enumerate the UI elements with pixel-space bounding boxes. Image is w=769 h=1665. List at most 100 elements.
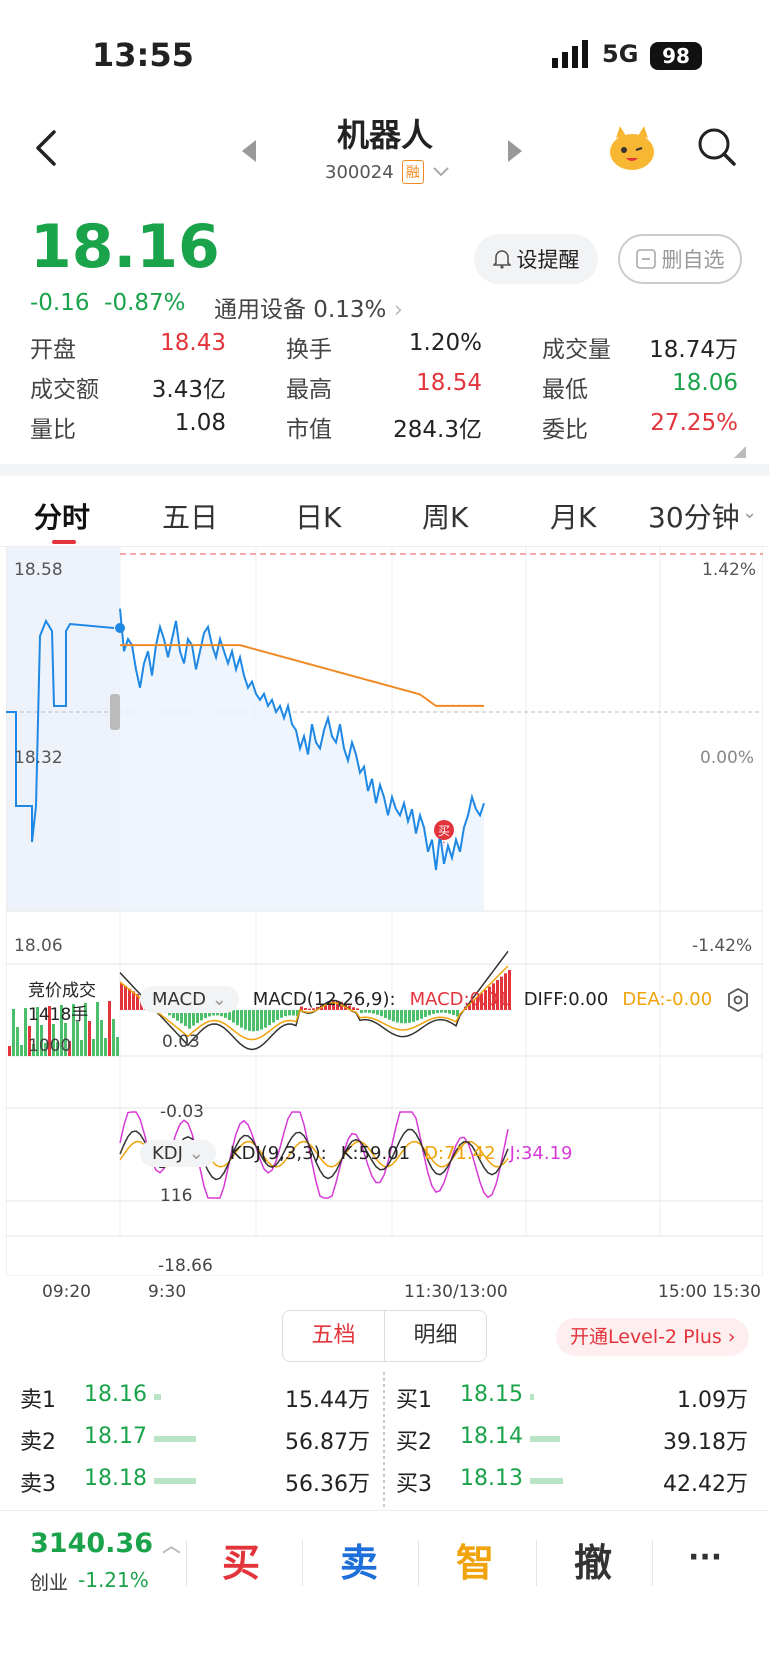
sell-level-bar xyxy=(154,1394,162,1400)
sell-level-price: 18.16 xyxy=(84,1382,147,1407)
set-alert-button[interactable]: 设提醒 xyxy=(474,234,598,284)
tab-4[interactable]: 周K xyxy=(422,496,468,536)
stock-title: 机器人 xyxy=(336,116,433,154)
stock-code-row[interactable]: 300024 融 xyxy=(325,160,450,184)
orderbook-divider xyxy=(383,1372,385,1508)
time-label: 15:00 xyxy=(658,1282,707,1302)
tab-5[interactable]: 月K xyxy=(550,496,596,536)
tab-2[interactable]: 五日 xyxy=(162,496,218,536)
sell-level-label: 卖2 xyxy=(20,1430,56,1455)
kdj-selector[interactable]: KDJ ⌄ xyxy=(140,1140,216,1167)
stat-label: 量比 xyxy=(30,417,76,443)
buy-level-label: 买3 xyxy=(396,1472,432,1497)
mascot-icon[interactable] xyxy=(606,124,658,172)
macd-legend: MACD ⌄ MACD(12,26,9): MACD:0.01 DIFF:0.0… xyxy=(140,986,712,1013)
stat-label: 开盘 xyxy=(30,337,76,363)
pct-top-label: 1.42% xyxy=(702,560,757,580)
buy-level-price: 18.13 xyxy=(460,1466,523,1491)
tab-6[interactable]: 30分钟 xyxy=(648,496,740,536)
sector-link[interactable]: 通用设备 0.13% › xyxy=(214,290,403,324)
bar-divider xyxy=(536,1540,537,1586)
auction-panel-bg xyxy=(6,546,120,911)
buy-level-volume: 39.18万 xyxy=(663,1430,748,1455)
buy-level-price: 18.14 xyxy=(460,1424,523,1449)
stat-value: 1.08 xyxy=(174,410,226,436)
tab-3[interactable]: 日K xyxy=(295,496,341,536)
volume-bar xyxy=(24,1008,27,1056)
y-top-label: 18.58 xyxy=(14,560,63,580)
stat-value: 27.25% xyxy=(650,410,738,436)
buy-level-label: 买2 xyxy=(396,1430,432,1455)
buy-level-label: 买1 xyxy=(396,1388,432,1413)
volume-bar xyxy=(104,1038,107,1056)
active-tab-indicator xyxy=(52,540,76,544)
stock-code: 300024 xyxy=(325,161,394,183)
tab-details[interactable]: 明细 xyxy=(384,1311,486,1361)
macd-neg-label: -0.03 xyxy=(160,1102,204,1122)
bar-divider xyxy=(652,1540,653,1586)
volume-bar xyxy=(96,1002,99,1056)
bar-divider xyxy=(186,1540,187,1586)
volume-bar xyxy=(12,1009,15,1056)
macd-bar xyxy=(252,1010,255,1032)
buy-level-volume: 42.42万 xyxy=(663,1472,748,1497)
stat-value: 18.43 xyxy=(160,330,226,356)
volume-bar xyxy=(16,1027,19,1056)
macd-bar xyxy=(248,1010,251,1031)
current-price: 18.16 xyxy=(30,212,220,282)
stat-value: 1.20% xyxy=(408,330,482,356)
index-value[interactable]: 3140.36 ︿ xyxy=(30,1528,180,1559)
more-button[interactable]: ··· xyxy=(688,1540,722,1575)
macd-bar xyxy=(256,1010,259,1031)
cancel-button[interactable]: 撤 xyxy=(574,1532,612,1587)
volume-bar xyxy=(80,1040,83,1056)
sell-level-volume: 15.44万 xyxy=(285,1388,370,1413)
volume-bar xyxy=(116,1037,119,1056)
volume-bar xyxy=(92,1039,95,1056)
volume-bar xyxy=(88,1021,91,1056)
time-label: 11:30/13:00 xyxy=(404,1282,508,1302)
index-name: 创业 xyxy=(30,1572,69,1594)
macd-selector[interactable]: MACD ⌄ xyxy=(140,986,239,1013)
back-icon[interactable] xyxy=(28,128,68,168)
prev-stock-icon[interactable] xyxy=(242,140,256,162)
pct-mid-label: 0.00% xyxy=(700,748,755,768)
next-stock-icon[interactable] xyxy=(508,140,522,162)
volume-scale-label: 1000 xyxy=(28,1036,72,1056)
tab-five-levels[interactable]: 五档 xyxy=(283,1311,384,1361)
stat-value: 18.74万 xyxy=(649,337,738,363)
level2-upgrade-button[interactable]: 开通Level-2 Plus › xyxy=(556,1318,750,1356)
kdj-legend: KDJ ⌄ KDJ(9,3,3): K:59.01 D:71.42 J:34.1… xyxy=(140,1140,572,1167)
macd-bar xyxy=(128,988,131,1010)
margin-badge: 融 xyxy=(401,160,424,184)
section-divider xyxy=(0,464,769,476)
stat-label: 最低 xyxy=(542,377,588,403)
stat-label: 委比 xyxy=(542,417,588,443)
orderbook-tabs: 五档 明细 xyxy=(282,1310,487,1362)
stat-label: 最高 xyxy=(286,377,332,403)
price-area xyxy=(120,608,484,911)
volume-bar xyxy=(100,1020,103,1056)
stat-value: 284.3亿 xyxy=(393,417,482,443)
sell-level-label: 卖3 xyxy=(20,1472,56,1497)
stat-value: 18.54 xyxy=(416,370,482,396)
volume-bar xyxy=(8,1046,11,1056)
open-point xyxy=(115,623,125,633)
buy-button[interactable]: 买 xyxy=(222,1532,260,1587)
tab-1[interactable]: 分时 xyxy=(34,496,90,536)
buy-level-bar xyxy=(530,1478,563,1484)
sell-button[interactable]: 卖 xyxy=(340,1532,378,1587)
volume-bar xyxy=(76,1022,79,1056)
time-label: 09:20 xyxy=(42,1282,91,1302)
remove-favorite-button[interactable]: 删自选 xyxy=(618,234,742,284)
smart-button[interactable]: 智 xyxy=(456,1532,494,1587)
volume-bar xyxy=(108,1001,111,1056)
sell-level-label: 卖1 xyxy=(20,1388,56,1413)
settings-icon[interactable] xyxy=(726,988,750,1012)
battery-icon: 98 xyxy=(650,42,702,70)
drag-handle xyxy=(110,694,120,730)
kdj-top-label: 116 xyxy=(160,1186,193,1206)
bell-icon xyxy=(492,250,511,269)
search-icon[interactable] xyxy=(696,126,738,168)
chevron-down-icon: ⌄ xyxy=(742,502,758,523)
